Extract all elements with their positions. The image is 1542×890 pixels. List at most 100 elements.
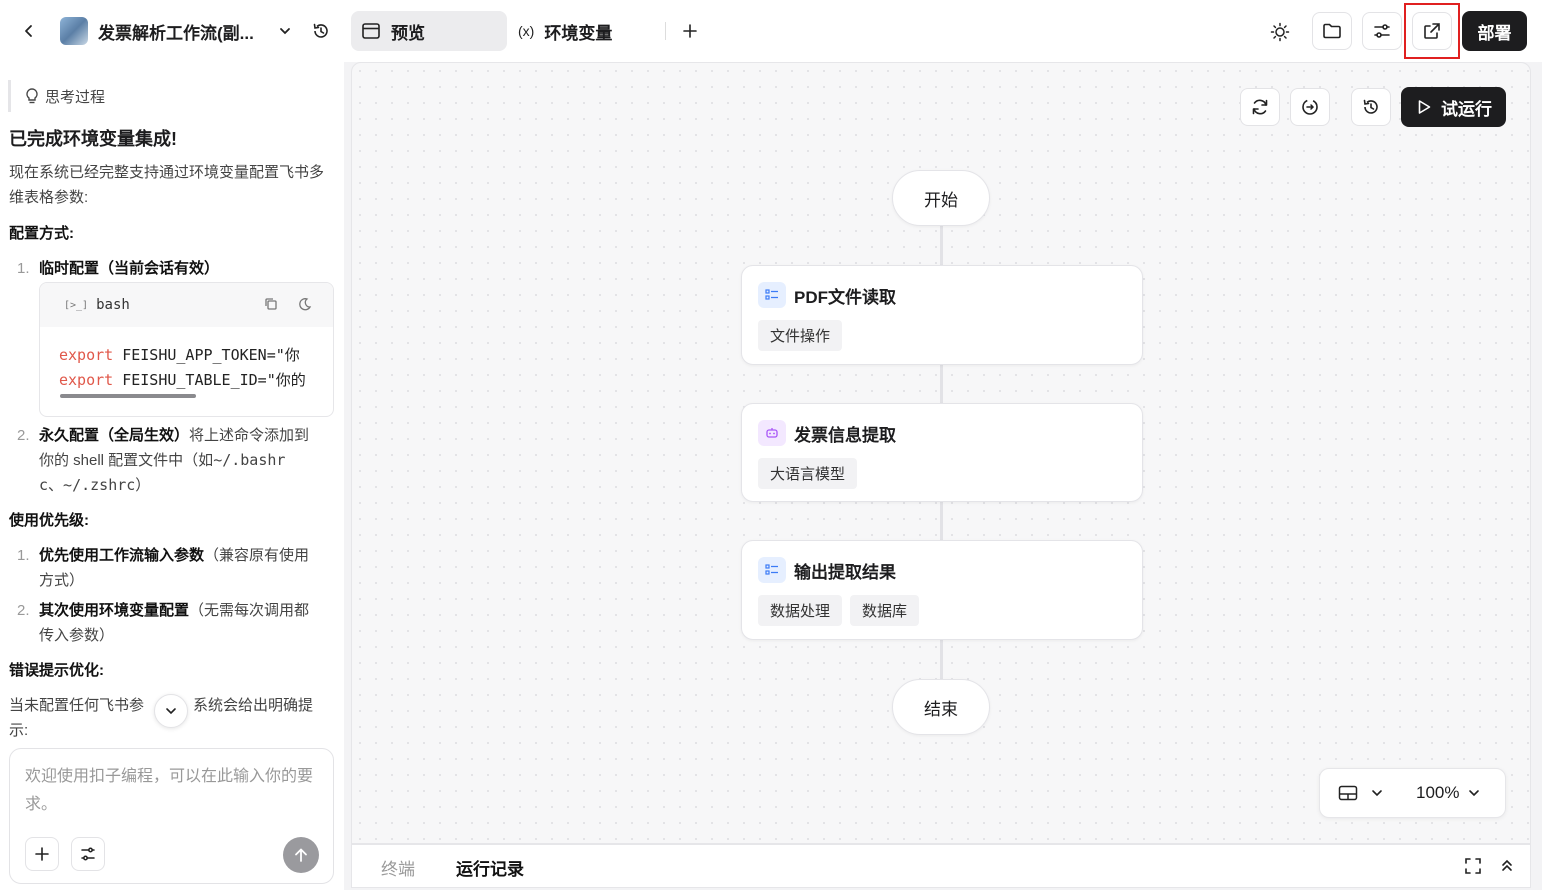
workflow-node-invoice-extract[interactable]: 发票信息提取 大语言模型 — [741, 403, 1143, 502]
node-title: 输出提取结果 — [794, 562, 896, 582]
priority-item-1-bold: 优先使用工作流输入参数 — [39, 547, 205, 564]
code-line-2: export FEISHU_TABLE_ID="你的 — [59, 368, 333, 393]
tab-env-vars[interactable]: (x) 环境变量 — [516, 11, 646, 51]
send-button[interactable] — [283, 837, 319, 873]
open-external-button[interactable] — [1404, 3, 1460, 59]
thinking-toggle[interactable]: 思考过程 — [8, 80, 105, 112]
history-icon — [313, 23, 328, 38]
chevron-down-icon — [166, 708, 176, 715]
separator: 、 — [48, 477, 64, 494]
priority-item-1-rest: （兼容原有使用 — [204, 547, 310, 564]
bottom-panel-bar: 终端 运行记录 — [351, 844, 1531, 888]
test-run-label: 试运行 — [1441, 99, 1492, 119]
list-number: 1. — [17, 260, 30, 277]
code-keyword: export — [59, 371, 114, 389]
node-title: 发票信息提取 — [794, 425, 896, 445]
chat-input[interactable]: 欢迎使用扣子编程，可以在此输入你的要求。 — [25, 763, 320, 819]
chevron-left-icon — [25, 25, 32, 37]
fullscreen-icon — [1465, 858, 1481, 874]
copy-icon[interactable] — [264, 297, 278, 316]
theme-moon-icon[interactable] — [298, 297, 312, 316]
config-item-2-bold: 永久配置（全局生效） — [39, 427, 190, 444]
history-button[interactable] — [308, 18, 334, 44]
sliders-icon — [1374, 24, 1390, 38]
project-title[interactable]: 发票解析工作流(副... — [98, 18, 254, 44]
settings-button[interactable] — [1362, 12, 1402, 50]
workflow-node-output-result[interactable]: 输出提取结果 数据处理 数据库 — [741, 540, 1143, 640]
canvas-history-button[interactable] — [1351, 88, 1391, 126]
config-item-1-bold: 临时配置（当前会话有效） — [39, 260, 220, 277]
project-avatar — [60, 17, 88, 45]
input-settings-button[interactable] — [71, 837, 105, 871]
terminal-icon: [>_] — [64, 299, 89, 311]
list-number: 2. — [17, 427, 30, 444]
list-number: 1. — [17, 547, 30, 564]
deploy-button[interactable]: 部署 — [1462, 11, 1527, 51]
node-tag: 数据库 — [850, 595, 920, 626]
code-line-1: export FEISHU_APP_TOKEN="你 — [59, 343, 333, 368]
expand-panel-button[interactable] — [1500, 857, 1514, 880]
sliders-icon — [81, 847, 95, 861]
code-keyword: export — [59, 346, 114, 364]
add-attachment-button[interactable] — [25, 837, 59, 871]
node-tag: 大语言模型 — [758, 458, 858, 489]
canvas-refresh-button[interactable] — [1240, 88, 1280, 126]
layout-toggle[interactable] — [1338, 785, 1384, 801]
code-lang-label: bash — [96, 297, 130, 313]
connector-line — [940, 501, 943, 541]
window-icon — [362, 23, 380, 39]
folder-button[interactable] — [1312, 12, 1352, 50]
error-text-part-1: 当未配置任何飞书参 — [9, 697, 145, 714]
tab-preview[interactable]: 预览 — [351, 11, 507, 51]
tab-terminal[interactable]: 终端 — [381, 855, 415, 880]
priority-item-2-rest: （无需每次调用都 — [189, 602, 310, 619]
chevron-down-icon — [1469, 790, 1480, 797]
end-node[interactable]: 结束 — [892, 679, 990, 735]
canvas-sync-button[interactable] — [1290, 88, 1330, 126]
sync-icon — [1302, 99, 1318, 115]
back-button[interactable] — [16, 18, 42, 44]
priority-item-2-line-2: 传入参数） — [39, 627, 115, 644]
code-scrollbar[interactable] — [60, 394, 196, 398]
top-bar: 发票解析工作流(副... 预览 (x) 环境变量 部署 — [0, 0, 1542, 62]
connector-line — [940, 364, 943, 404]
list-icon — [758, 557, 786, 583]
node-tag: 数据处理 — [758, 595, 843, 626]
code-content: export FEISHU_APP_TOKEN="你 export FEISHU… — [40, 327, 333, 398]
scroll-down-button[interactable] — [154, 694, 188, 728]
config-title: 配置方式: — [9, 225, 74, 242]
list-icon — [758, 282, 786, 308]
config-item-2: 2. 永久配置（全局生效）将上述命令添加到 你的 shell 配置文件中（如~/.… — [9, 423, 339, 498]
open-external-inner — [1412, 12, 1452, 50]
config-item-1: 1. 临时配置（当前会话有效） — [9, 256, 219, 281]
priority-title: 使用优先级: — [9, 512, 89, 529]
priority-item-2: 2. 其次使用环境变量配置（无需每次调用都 传入参数） — [9, 598, 339, 648]
lightbulb-icon — [26, 88, 38, 104]
history-icon — [1363, 99, 1378, 114]
zoom-select[interactable]: 100% — [1416, 783, 1481, 803]
chevron-down-icon — [1372, 790, 1382, 797]
test-run-button[interactable]: 试运行 — [1401, 87, 1506, 127]
external-link-icon — [1424, 23, 1440, 39]
zoom-control: 100% — [1319, 768, 1506, 818]
list-number: 2. — [17, 602, 30, 619]
project-dropdown[interactable] — [274, 19, 296, 43]
plus-icon — [35, 847, 49, 861]
add-tab-button[interactable] — [678, 19, 702, 43]
fullscreen-button[interactable] — [1464, 857, 1482, 880]
chevron-down-icon — [280, 28, 290, 35]
workflow-node-pdf-read[interactable]: PDF文件读取 文件操作 — [741, 265, 1143, 365]
close-paren: ） — [135, 477, 151, 494]
start-node[interactable]: 开始 — [892, 170, 990, 226]
plus-icon — [683, 24, 697, 38]
tab-run-history[interactable]: 运行记录 — [456, 855, 524, 880]
code-block: [>_] bash export FEISHU_APP_TOKEN="你 exp… — [39, 282, 334, 417]
error-title: 错误提示优化: — [9, 662, 104, 679]
priority-item-1: 1. 优先使用工作流输入参数（兼容原有使用 方式） — [9, 543, 339, 593]
chat-input-box: 欢迎使用扣子编程，可以在此输入你的要求。 — [9, 748, 334, 884]
sun-icon — [1270, 22, 1290, 42]
connector-line — [940, 226, 943, 266]
chat-sidebar: 思考过程 已完成环境变量集成! 现在系统已经完整支持通过环境变量配置飞书多维表格… — [0, 62, 344, 890]
theme-toggle-button[interactable] — [1264, 16, 1296, 48]
code-block-header: [>_] bash — [40, 283, 333, 327]
